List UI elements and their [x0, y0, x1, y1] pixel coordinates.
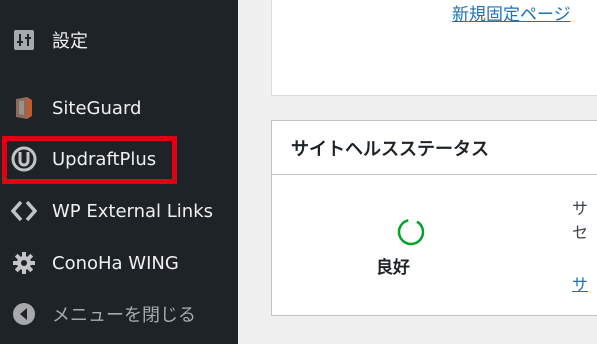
sidebar-item-label: WP External Links	[52, 200, 214, 222]
health-status-label: 良好	[376, 258, 410, 278]
sidebar-item-siteguard[interactable]: SiteGuard	[0, 86, 238, 130]
health-description-line: セ	[572, 223, 589, 242]
collapse-menu-button[interactable]: メニューを閉じる	[0, 292, 238, 336]
settings-sliders-icon	[11, 27, 37, 53]
health-description-line: サ	[572, 199, 589, 218]
sidebar-item-label: ConoHa WING	[52, 252, 179, 274]
gear-icon	[11, 250, 37, 276]
sidebar-item-label: メニューを閉じる	[52, 305, 196, 326]
siteguard-icon	[11, 95, 37, 121]
sidebar-item-label: SiteGuard	[52, 97, 142, 119]
admin-sidebar: 設定 SiteGuard UpdraftPlus WP External Lin…	[0, 0, 238, 344]
new-page-link[interactable]: 新規固定ページ	[452, 0, 571, 25]
site-health-link[interactable]: サ	[572, 271, 588, 295]
sidebar-item-label: UpdraftPlus	[52, 148, 157, 170]
sidebar-item-wp-external-links[interactable]: WP External Links	[0, 189, 238, 233]
health-status-ring-icon	[397, 218, 425, 246]
sidebar-item-settings[interactable]: 設定	[0, 18, 238, 62]
sidebar-item-updraftplus[interactable]: UpdraftPlus	[0, 137, 238, 181]
site-health-card: サイトヘルスステータス 良好 サ セ サ	[271, 120, 597, 316]
main-content: 新規固定ページ サイトヘルスステータス 良好 サ セ サ	[238, 0, 597, 344]
quick-draft-card: 新規固定ページ	[271, 0, 597, 96]
updraftplus-icon	[11, 146, 37, 172]
external-links-icon	[11, 198, 37, 224]
sidebar-item-label: 設定	[52, 31, 88, 52]
site-health-title: サイトヘルスステータス	[272, 121, 597, 175]
collapse-arrow-icon	[11, 301, 37, 327]
sidebar-item-conoha-wing[interactable]: ConoHa WING	[0, 241, 238, 285]
